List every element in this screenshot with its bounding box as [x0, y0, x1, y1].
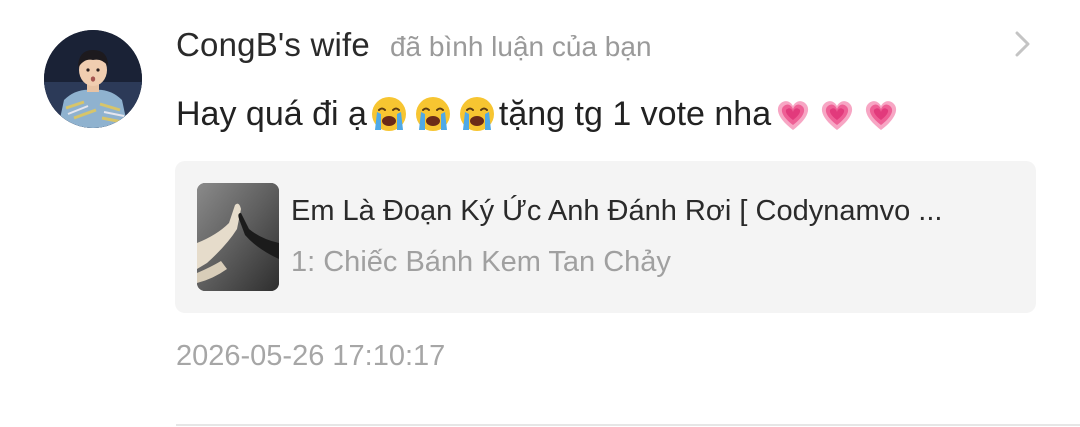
action-text: đã bình luận của bạn	[389, 31, 652, 62]
timestamp: 2026-05-26 17:10:17	[176, 340, 446, 372]
comment-text-part-2: tặng tg 1 vote nha	[498, 94, 772, 133]
comment-text: Hay quá đi ạ tặng tg 1 vote nha	[176, 94, 903, 134]
comment-text-part-1: Hay quá đi ạ	[176, 94, 367, 133]
divider	[176, 424, 1080, 426]
loudly-crying-face-icon	[413, 94, 453, 134]
growing-heart-icon	[773, 94, 813, 134]
story-cover-image[interactable]	[197, 183, 279, 291]
avatar[interactable]	[44, 30, 142, 128]
chapter-title: 1: Chiếc Bánh Kem Tan Chảy	[291, 246, 671, 278]
story-title: Em Là Đoạn Ký Ức Anh Đánh Rơi [ Codynamv…	[291, 195, 943, 227]
chevron-right-icon[interactable]	[1012, 30, 1034, 58]
growing-heart-icon	[861, 94, 901, 134]
loudly-crying-face-icon	[369, 94, 409, 134]
notification-header: CongB's wife đã bình luận của bạn	[176, 26, 652, 68]
loudly-crying-face-icon	[457, 94, 497, 134]
story-card[interactable]: Em Là Đoạn Ký Ức Anh Đánh Rơi [ Codynamv…	[175, 161, 1036, 313]
growing-heart-icon	[817, 94, 857, 134]
username-link[interactable]: CongB's wife	[176, 26, 370, 64]
